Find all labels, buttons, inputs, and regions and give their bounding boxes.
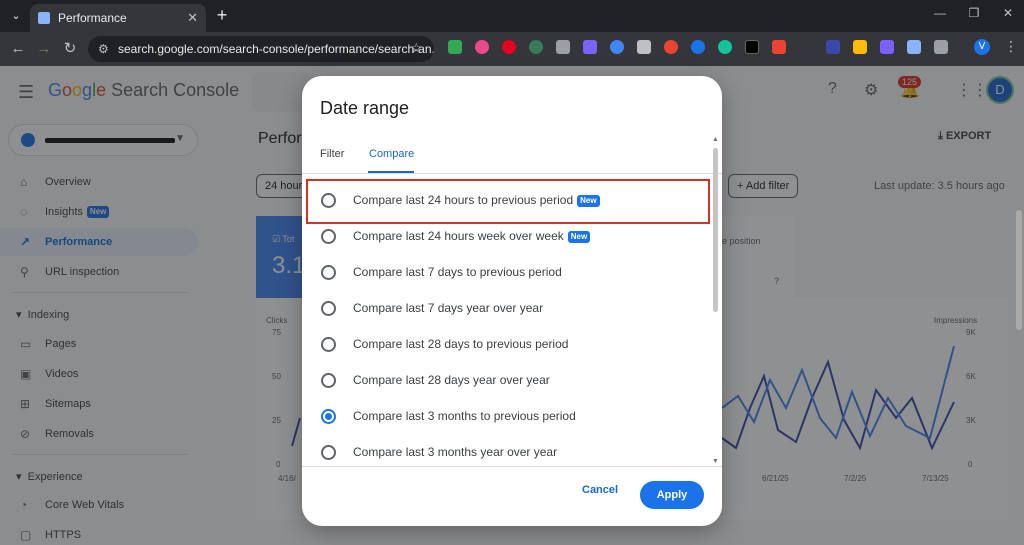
page-scrollbar[interactable] (1016, 210, 1022, 330)
browser-tab[interactable]: Performance ✕ (30, 4, 206, 32)
tab-favicon-icon (38, 12, 50, 24)
option-24h-week-over-week[interactable]: Compare last 24 hours week over week New (310, 221, 710, 253)
browser-menu-icon[interactable]: ⋮ (1004, 38, 1018, 55)
extension-icon-9[interactable] (664, 40, 678, 54)
tab-search-icon[interactable]: ⌄ (6, 6, 26, 26)
option-3m-previous[interactable]: Compare last 3 months to previous period (310, 401, 710, 433)
extensions-puzzle-icon[interactable] (934, 40, 948, 54)
radio-button-selected[interactable] (321, 409, 336, 424)
url-bar[interactable]: ⚙ search.google.com/search-console/perfo… (88, 36, 434, 62)
extension-icon-4[interactable] (529, 40, 543, 54)
extension-icon-5[interactable] (556, 40, 570, 54)
forward-icon[interactable]: → (34, 39, 54, 59)
apply-button[interactable]: Apply (640, 481, 704, 509)
scroll-up-arrow-icon[interactable]: ▲ (712, 136, 719, 143)
date-range-dialog: Date range Filter Compare Compare last 2… (302, 76, 722, 526)
extension-icon-10[interactable] (691, 40, 705, 54)
browser-profile-avatar[interactable]: V (974, 39, 990, 55)
radio-button[interactable] (321, 445, 336, 460)
option-7d-year-over-year[interactable]: Compare last 7 days year over year (310, 293, 710, 325)
compare-options-list: Compare last 24 hours to previous period… (302, 174, 712, 464)
extension-icon-13[interactable] (772, 40, 786, 54)
extension-pinterest-icon[interactable] (502, 40, 516, 54)
extension-icon-15[interactable] (853, 40, 867, 54)
annotation-highlight-box (306, 179, 710, 224)
radio-button[interactable] (321, 301, 336, 316)
extension-icon-16[interactable] (880, 40, 894, 54)
new-badge: New (567, 230, 591, 243)
scroll-down-arrow-icon[interactable]: ▼ (712, 458, 719, 465)
browser-tab-bar: ⌄ Performance ✕ + — ❐ ✕ (0, 0, 1024, 32)
bookmark-star-icon[interactable]: ☆ (410, 40, 423, 57)
option-3m-year-over-year[interactable]: Compare last 3 months year over year (310, 437, 710, 464)
minimize-icon[interactable]: — (930, 6, 950, 20)
radio-button[interactable] (321, 373, 336, 388)
restore-icon[interactable]: ❐ (964, 6, 984, 20)
extension-icon-6[interactable] (583, 40, 597, 54)
radio-button[interactable] (321, 337, 336, 352)
cancel-button[interactable]: Cancel (582, 484, 618, 496)
new-tab-icon[interactable]: + (210, 4, 234, 28)
option-7d-previous[interactable]: Compare last 7 days to previous period (310, 257, 710, 289)
extension-camera-icon[interactable] (637, 40, 651, 54)
extension-maps-icon[interactable] (610, 40, 624, 54)
url-text: search.google.com/search-console/perform… (118, 42, 434, 56)
close-window-icon[interactable]: ✕ (998, 6, 1018, 20)
radio-button[interactable] (321, 229, 336, 244)
reload-icon[interactable]: ↻ (60, 39, 80, 59)
tab-title: Performance (58, 11, 127, 25)
option-28d-year-over-year[interactable]: Compare last 28 days year over year (310, 365, 710, 397)
back-icon[interactable]: ← (8, 39, 28, 59)
extension-icon-17[interactable] (907, 40, 921, 54)
dialog-title: Date range (320, 98, 410, 118)
site-info-icon[interactable]: ⚙ (98, 36, 109, 62)
footer-divider (302, 466, 722, 467)
extension-grammarly-icon[interactable] (718, 40, 732, 54)
option-28d-previous[interactable]: Compare last 28 days to previous period (310, 329, 710, 361)
tab-filter[interactable]: Filter (320, 148, 344, 160)
extension-sheets-icon[interactable] (448, 40, 462, 54)
extension-icon-14[interactable] (826, 40, 840, 54)
dialog-scrollbar-thumb[interactable] (713, 148, 718, 312)
tab-compare[interactable]: Compare (369, 148, 414, 160)
radio-button[interactable] (321, 265, 336, 280)
extension-icon-12[interactable] (745, 40, 759, 54)
tab-close-icon[interactable]: ✕ (187, 4, 198, 32)
extension-icon-2[interactable] (475, 40, 489, 54)
